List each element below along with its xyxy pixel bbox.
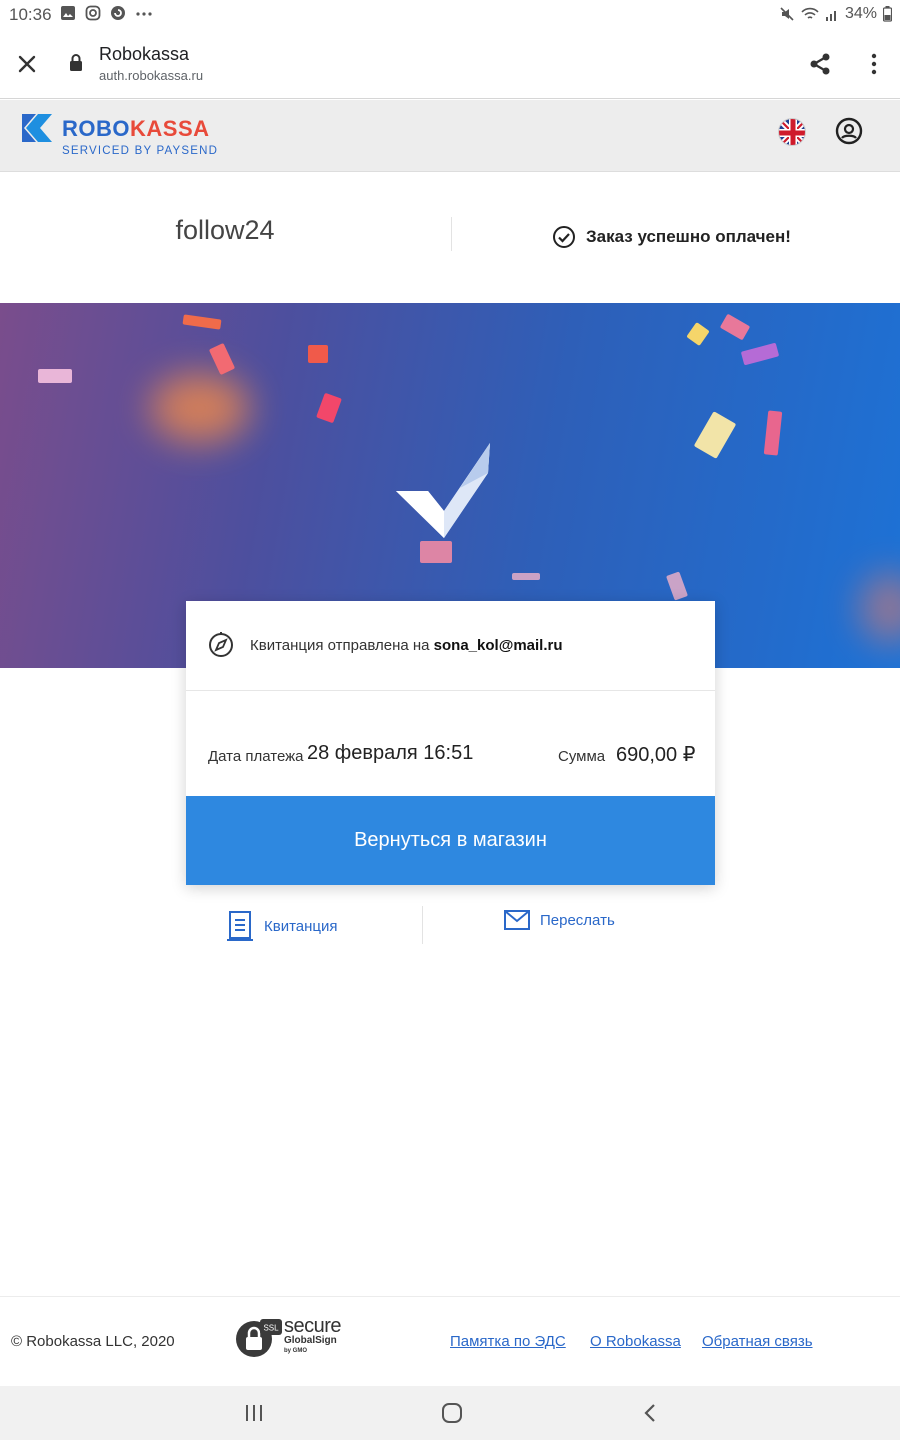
page-url[interactable]: auth.robokassa.ru: [99, 68, 203, 83]
confetti: [182, 314, 222, 330]
confetti: [686, 322, 710, 346]
lock-icon: [70, 54, 82, 71]
check-circle-icon: [553, 226, 575, 248]
user-account-icon[interactable]: [835, 117, 863, 145]
payment-date-label: Дата платежа: [208, 748, 304, 765]
footer-link-eds-memo[interactable]: Памятка по ЭДС: [450, 1333, 566, 1350]
envelope-icon: [504, 910, 530, 930]
browser-toolbar: Robokassa auth.robokassa.ru: [0, 30, 900, 99]
ssl-globalsign-label: GlobalSign: [284, 1335, 337, 1346]
forward-action[interactable]: Переслать: [504, 910, 615, 930]
share-icon[interactable]: [806, 50, 834, 78]
language-flag-icon[interactable]: [778, 118, 806, 146]
confetti: [665, 571, 689, 601]
more-notifications-icon: [136, 12, 152, 16]
wifi-icon: [801, 7, 819, 19]
payment-status-text: Заказ успешно оплачен!: [586, 227, 791, 246]
merchant-name: follow24: [175, 215, 275, 245]
status-time: 10:36: [9, 5, 52, 24]
confetti: [208, 342, 236, 376]
payment-status: Заказ успешно оплачен!: [552, 225, 791, 249]
recent-apps-icon[interactable]: [243, 1401, 265, 1425]
document-icon: [227, 911, 253, 941]
action-divider: [422, 906, 423, 944]
receipt-action[interactable]: Квитанция: [226, 910, 338, 942]
logo-wordmark: ROBOKASSA: [62, 116, 210, 141]
confetti: [763, 410, 783, 456]
payment-sum-value: 690,00 ₽: [616, 744, 696, 766]
back-icon[interactable]: [638, 1401, 662, 1425]
android-nav-bar: [0, 1386, 900, 1440]
confetti: [512, 573, 540, 580]
receipt-action-label: Квитанция: [264, 917, 338, 935]
battery-icon: [883, 6, 892, 22]
receipt-sent-row: Квитанция отправлена на sona_kol@mail.ru: [186, 601, 715, 691]
home-icon[interactable]: [440, 1401, 464, 1425]
footer: © Robokassa LLC, 2020 SSL secure GlobalS…: [0, 1296, 900, 1386]
row-divider: [451, 217, 452, 251]
robokassa-logo-icon[interactable]: [22, 114, 52, 144]
payment-sum-label: Сумма: [558, 748, 606, 765]
confetti: [740, 342, 780, 366]
instagram-icon: [85, 5, 101, 21]
more-options-icon[interactable]: [864, 50, 884, 78]
confetti: [308, 345, 328, 363]
gallery-icon: [61, 6, 75, 20]
footer-link-about[interactable]: О Robokassa: [590, 1333, 681, 1350]
sync-icon: [111, 6, 125, 20]
page-title: Robokassa: [99, 44, 190, 64]
forward-action-label: Переслать: [540, 911, 615, 929]
confetti: [693, 411, 737, 459]
compass-icon: [209, 632, 233, 657]
close-icon[interactable]: [14, 51, 40, 77]
payment-date-value: 28 февраля 16:51: [307, 742, 474, 764]
status-notification-icons: [60, 5, 153, 21]
footer-link-feedback[interactable]: Обратная связь: [702, 1333, 813, 1350]
logo-subtitle: SERVICED BY PAYSEND: [62, 145, 219, 157]
confetti: [719, 313, 751, 341]
receipt-email: sona_kol@mail.ru: [433, 637, 563, 654]
banner-glow: [860, 573, 900, 643]
copyright-text: © Robokassa LLC, 2020: [11, 1333, 175, 1350]
merchant-row: follow24 Заказ успешно оплачен!: [0, 173, 900, 303]
status-system-icons: 34%: [779, 5, 892, 23]
return-to-shop-button[interactable]: Вернуться в магазин: [186, 796, 715, 885]
confetti: [38, 369, 72, 383]
payment-card: Квитанция отправлена на sona_kol@mail.ru…: [186, 601, 715, 885]
signal-icon: [825, 11, 836, 21]
ssl-badge-text: SSL: [263, 1324, 279, 1333]
battery-level: 34%: [844, 5, 877, 22]
receipt-sent-text: Квитанция отправлена на sona_kol@mail.ru: [250, 637, 563, 654]
ssl-lock-icon: SSL: [236, 1319, 282, 1357]
ssl-gmo-label: by GMO: [284, 1348, 308, 1354]
status-bar: 10:36 34%: [0, 0, 900, 30]
banner-glow: [150, 373, 250, 443]
site-header: ROBOKASSA SERVICED BY PAYSEND: [0, 100, 900, 172]
mute-icon: [780, 7, 794, 21]
confetti: [316, 392, 342, 424]
success-check-icon: [396, 443, 490, 538]
